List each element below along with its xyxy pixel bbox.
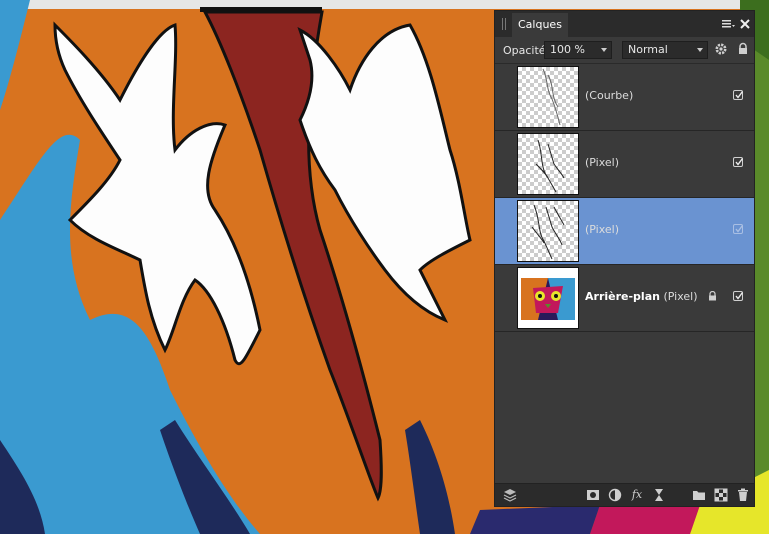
fx-icon[interactable]: fx <box>630 488 644 502</box>
layer-name: (Pixel) <box>585 223 620 236</box>
layer-row[interactable]: (Courbe) <box>495 64 754 131</box>
mask-icon[interactable] <box>586 488 600 502</box>
blend-mode-value: Normal <box>628 43 668 56</box>
folder-icon[interactable] <box>692 488 706 502</box>
layer-list: (Courbe) (Pixel) (Pixel) Arrière-plan (P… <box>495 64 754 332</box>
layer-thumbnail <box>517 200 579 262</box>
lock-icon[interactable] <box>736 42 750 56</box>
layers-stack-icon[interactable] <box>503 488 517 502</box>
layer-name: Arrière-plan (Pixel) <box>585 290 698 303</box>
layer-thumbnail <box>517 133 579 195</box>
opacity-label: Opacité: <box>503 44 550 57</box>
tab-calques[interactable]: Calques <box>512 13 568 37</box>
visibility-checkbox[interactable] <box>733 224 744 234</box>
layer-row[interactable]: (Pixel) <box>495 131 754 198</box>
chevron-down-icon <box>697 48 703 52</box>
layer-thumbnail <box>517 66 579 128</box>
opacity-field[interactable]: 100 % <box>544 41 612 59</box>
chevron-down-icon <box>601 48 607 52</box>
layer-name: (Pixel) <box>585 156 620 169</box>
close-icon[interactable] <box>737 16 753 32</box>
panel-bottom-toolbar: fx <box>495 483 754 506</box>
adjustment-icon[interactable] <box>608 488 622 502</box>
visibility-checkbox[interactable] <box>733 157 744 167</box>
menu-icon[interactable] <box>720 16 736 32</box>
layers-panel: Calques Opacité: 100 % Normal (Courbe) (… <box>494 10 755 507</box>
opacity-value: 100 % <box>550 43 585 56</box>
panel-grip[interactable] <box>502 18 508 30</box>
blend-mode-select[interactable]: Normal <box>622 41 708 59</box>
hourglass-icon[interactable] <box>652 488 666 502</box>
layer-thumbnail <box>517 267 579 329</box>
panel-tabbar: Calques <box>495 11 754 37</box>
layer-row[interactable]: Arrière-plan (Pixel) <box>495 265 754 332</box>
trash-icon[interactable] <box>736 488 750 502</box>
checker-icon[interactable] <box>714 488 728 502</box>
gear-icon[interactable] <box>714 42 728 56</box>
visibility-checkbox[interactable] <box>733 90 744 100</box>
lock-icon[interactable] <box>708 290 717 301</box>
layer-row-selected[interactable]: (Pixel) <box>495 198 754 265</box>
visibility-checkbox[interactable] <box>733 291 744 301</box>
layer-controls: Opacité: 100 % Normal <box>495 37 754 64</box>
layer-name: (Courbe) <box>585 89 634 102</box>
